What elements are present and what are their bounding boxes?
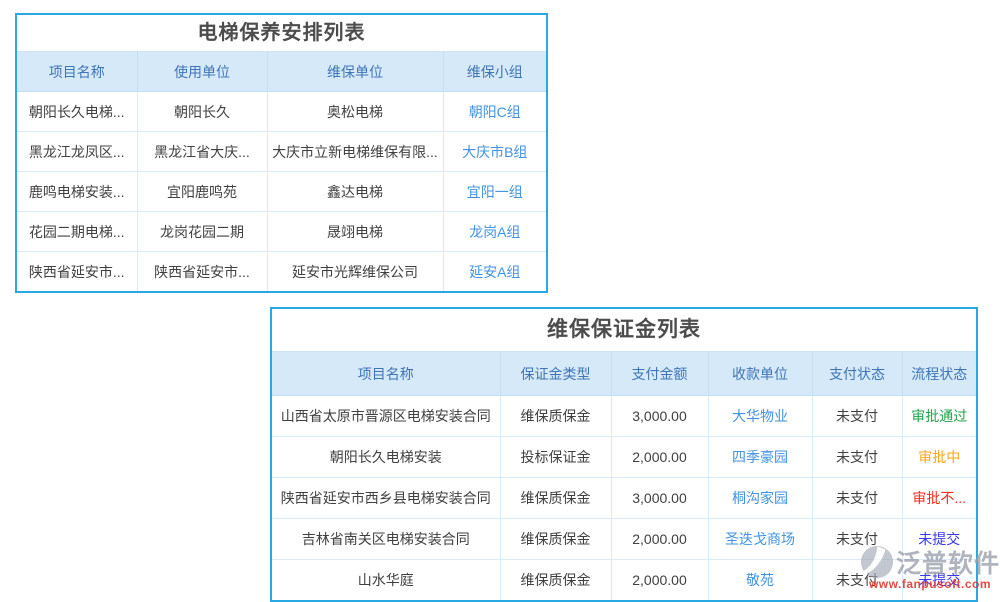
payment-amount-cell: 2,000.00 — [611, 519, 708, 560]
payment-amount-cell: 3,000.00 — [611, 478, 708, 519]
maintenance-unit-cell: 奥松电梯 — [267, 92, 443, 132]
maintenance-team-link[interactable]: 延安A组 — [443, 252, 546, 292]
table-row: 黑龙江龙凤区... 黑龙江省大庆... 大庆市立新电梯维保有限... 大庆市B组 — [17, 132, 546, 172]
project-name-cell: 黑龙江龙凤区... — [17, 132, 137, 172]
maintenance-team-link[interactable]: 大庆市B组 — [443, 132, 546, 172]
table-row: 吉林省南关区电梯安装合同 维保质保金 2,000.00 圣迭戈商场 未支付 未提… — [272, 519, 976, 560]
payment-status-cell: 未支付 — [812, 560, 902, 601]
project-name-cell: 花园二期电梯... — [17, 212, 137, 252]
flow-status-cell: 未提交 — [902, 519, 976, 560]
maintenance-unit-cell: 大庆市立新电梯维保有限... — [267, 132, 443, 172]
project-name-cell: 山西省太原市晋源区电梯安装合同 — [272, 396, 500, 437]
col-header-project-name: 项目名称 — [272, 352, 500, 396]
maintenance-unit-cell: 延安市光辉维保公司 — [267, 252, 443, 292]
table-row: 山水华庭 维保质保金 2,000.00 敬苑 未支付 未提交 — [272, 560, 976, 601]
col-header-maintenance-team: 维保小组 — [443, 52, 546, 92]
use-unit-cell: 黑龙江省大庆... — [137, 132, 267, 172]
payment-amount-cell: 2,000.00 — [611, 560, 708, 601]
payment-amount-cell: 3,000.00 — [611, 396, 708, 437]
table-row: 鹿鸣电梯安装... 宜阳鹿鸣苑 鑫达电梯 宜阳一组 — [17, 172, 546, 212]
deposit-type-cell: 维保质保金 — [500, 560, 611, 601]
payment-status-cell: 未支付 — [812, 437, 902, 478]
table-row: 陕西省延安市... 陕西省延安市... 延安市光辉维保公司 延安A组 — [17, 252, 546, 292]
deposit-table-title: 维保保证金列表 — [272, 309, 976, 352]
maintenance-schedule-panel: 电梯保养安排列表 项目名称 使用单位 维保单位 维保小组 朝阳长久电梯... 朝… — [15, 13, 548, 293]
table-row: 花园二期电梯... 龙岗花园二期 晟翊电梯 龙岗A组 — [17, 212, 546, 252]
project-name-cell: 朝阳长久电梯安装 — [272, 437, 500, 478]
deposit-type-cell: 投标保证金 — [500, 437, 611, 478]
table-row: 朝阳长久电梯安装 投标保证金 2,000.00 四季豪园 未支付 审批中 — [272, 437, 976, 478]
deposit-type-cell: 维保质保金 — [500, 519, 611, 560]
deposit-header-row: 项目名称 保证金类型 支付金额 收款单位 支付状态 流程状态 — [272, 352, 976, 396]
col-header-payee-unit: 收款单位 — [708, 352, 812, 396]
flow-status-cell: 未提交 — [902, 560, 976, 601]
maintenance-unit-cell: 晟翊电梯 — [267, 212, 443, 252]
col-header-project-name: 项目名称 — [17, 52, 137, 92]
deposit-list-table: 项目名称 保证金类型 支付金额 收款单位 支付状态 流程状态 山西省太原市晋源区… — [272, 352, 976, 600]
project-name-cell: 朝阳长久电梯... — [17, 92, 137, 132]
project-name-cell: 鹿鸣电梯安装... — [17, 172, 137, 212]
project-name-cell: 陕西省延安市... — [17, 252, 137, 292]
col-header-payment-amount: 支付金额 — [611, 352, 708, 396]
payment-status-cell: 未支付 — [812, 478, 902, 519]
maintenance-table-title: 电梯保养安排列表 — [17, 15, 546, 52]
payee-unit-link[interactable]: 四季豪园 — [708, 437, 812, 478]
table-row: 山西省太原市晋源区电梯安装合同 维保质保金 3,000.00 大华物业 未支付 … — [272, 396, 976, 437]
project-name-cell: 山水华庭 — [272, 560, 500, 601]
payment-status-cell: 未支付 — [812, 396, 902, 437]
payee-unit-link[interactable]: 圣迭戈商场 — [708, 519, 812, 560]
use-unit-cell: 朝阳长久 — [137, 92, 267, 132]
project-name-cell: 陕西省延安市西乡县电梯安装合同 — [272, 478, 500, 519]
payee-unit-link[interactable]: 桐沟家园 — [708, 478, 812, 519]
payee-unit-link[interactable]: 大华物业 — [708, 396, 812, 437]
table-row: 朝阳长久电梯... 朝阳长久 奥松电梯 朝阳C组 — [17, 92, 546, 132]
maintenance-team-link[interactable]: 朝阳C组 — [443, 92, 546, 132]
maintenance-team-link[interactable]: 宜阳一组 — [443, 172, 546, 212]
payment-amount-cell: 2,000.00 — [611, 437, 708, 478]
col-header-deposit-type: 保证金类型 — [500, 352, 611, 396]
use-unit-cell: 宜阳鹿鸣苑 — [137, 172, 267, 212]
maintenance-header-row: 项目名称 使用单位 维保单位 维保小组 — [17, 52, 546, 92]
deposit-type-cell: 维保质保金 — [500, 396, 611, 437]
table-row: 陕西省延安市西乡县电梯安装合同 维保质保金 3,000.00 桐沟家园 未支付 … — [272, 478, 976, 519]
maintenance-unit-cell: 鑫达电梯 — [267, 172, 443, 212]
flow-status-cell: 审批不... — [902, 478, 976, 519]
deposit-list-panel: 维保保证金列表 项目名称 保证金类型 支付金额 收款单位 支付状态 流程状态 山… — [270, 307, 978, 602]
use-unit-cell: 陕西省延安市... — [137, 252, 267, 292]
project-name-cell: 吉林省南关区电梯安装合同 — [272, 519, 500, 560]
col-header-use-unit: 使用单位 — [137, 52, 267, 92]
use-unit-cell: 龙岗花园二期 — [137, 212, 267, 252]
payee-unit-link[interactable]: 敬苑 — [708, 560, 812, 601]
deposit-type-cell: 维保质保金 — [500, 478, 611, 519]
maintenance-team-link[interactable]: 龙岗A组 — [443, 212, 546, 252]
col-header-flow-status: 流程状态 — [902, 352, 976, 396]
flow-status-cell: 审批中 — [902, 437, 976, 478]
col-header-payment-status: 支付状态 — [812, 352, 902, 396]
maintenance-schedule-table: 项目名称 使用单位 维保单位 维保小组 朝阳长久电梯... 朝阳长久 奥松电梯 … — [17, 52, 546, 291]
flow-status-cell: 审批通过 — [902, 396, 976, 437]
payment-status-cell: 未支付 — [812, 519, 902, 560]
col-header-maintenance-unit: 维保单位 — [267, 52, 443, 92]
